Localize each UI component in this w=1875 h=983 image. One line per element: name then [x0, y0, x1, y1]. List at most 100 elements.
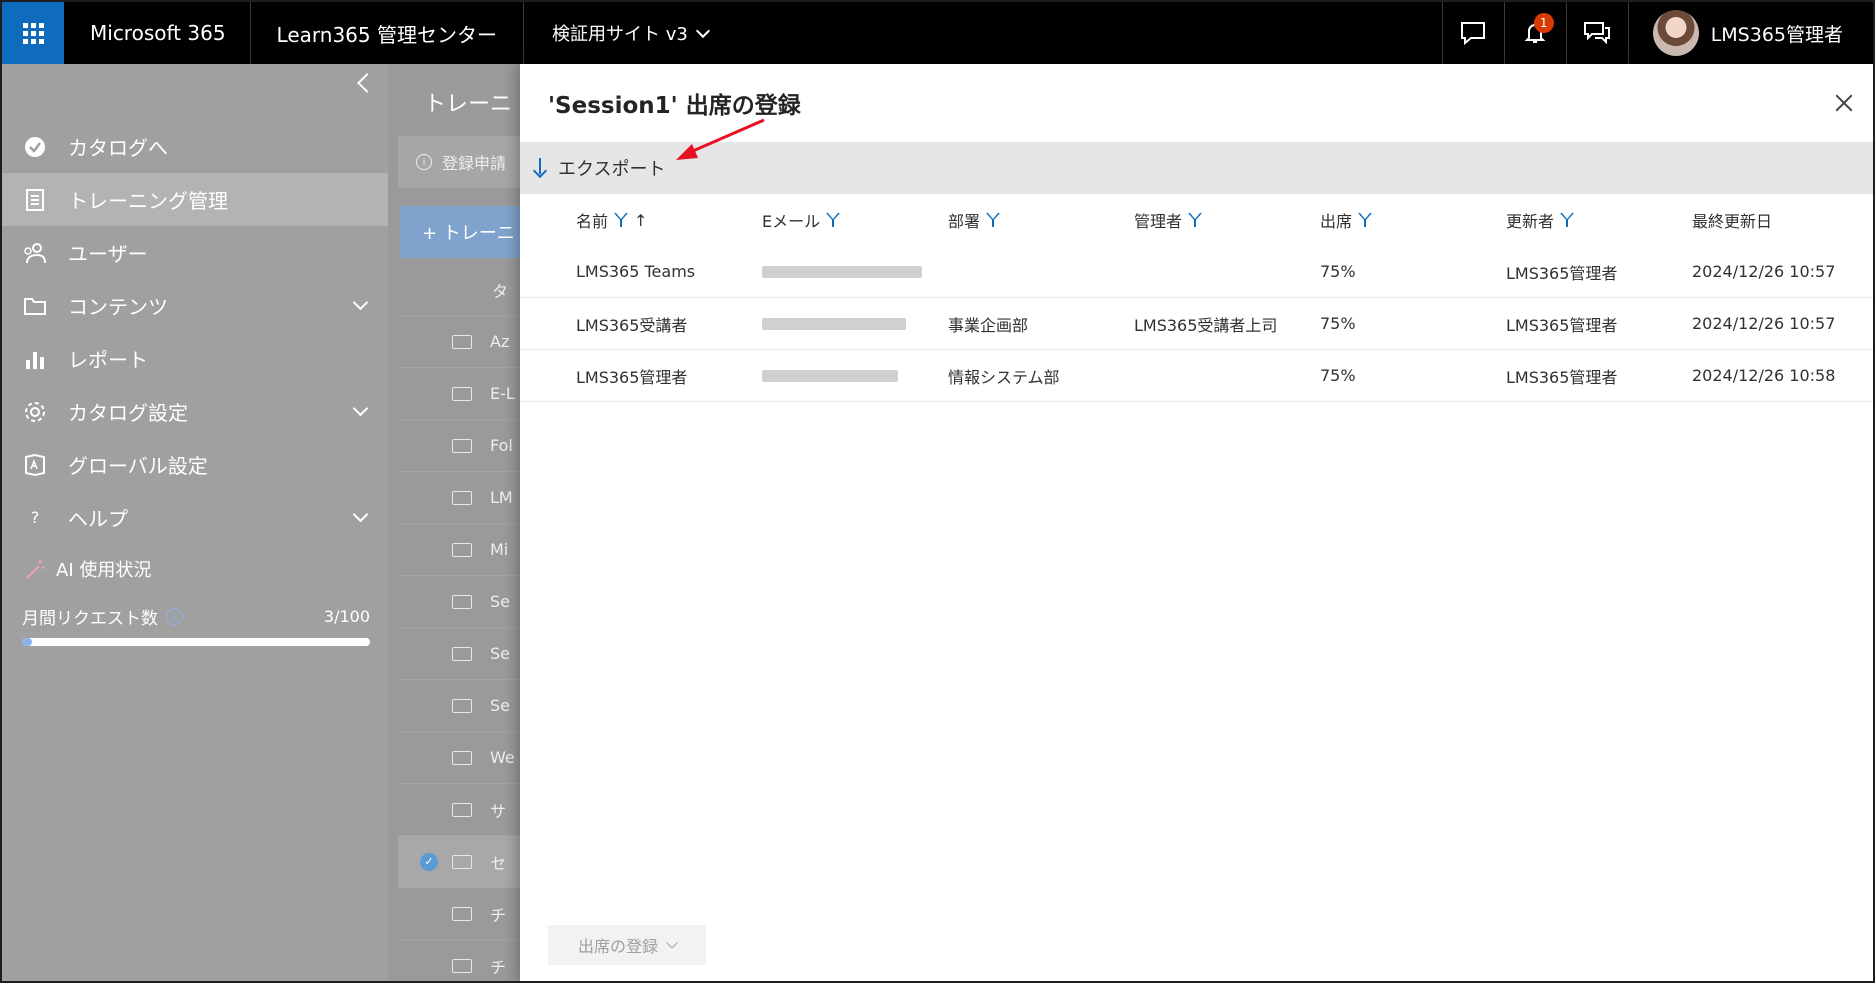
- notifications-button[interactable]: 1: [1503, 2, 1566, 64]
- table-row[interactable]: LMS365管理者 情報システム部 75% LMS365管理者 2024/12/…: [520, 350, 1873, 402]
- chevron-down-icon: [352, 294, 369, 311]
- nav-item-reports[interactable]: レポート: [2, 332, 388, 385]
- table-row[interactable]: LMS365 Teams 75% LMS365管理者 2024/12/26 10…: [520, 246, 1873, 298]
- gear-icon: [22, 399, 48, 425]
- cell-name: LMS365 Teams: [576, 262, 696, 281]
- column-header-department[interactable]: 部署: [948, 208, 1134, 232]
- filter-icon: [986, 213, 1001, 227]
- panel-title: 'Session1' 出席の登録: [548, 93, 801, 119]
- list-item-label: Mi: [490, 540, 509, 559]
- list-item-label: Se: [490, 644, 510, 663]
- chevron-down-icon: [695, 23, 710, 38]
- monthly-requests-label: 月間リクエスト数: [22, 609, 158, 629]
- list-item-label: Se: [490, 592, 510, 611]
- item-type-icon: [452, 750, 472, 765]
- feedback-button[interactable]: [1441, 2, 1504, 64]
- info-icon: i: [416, 154, 432, 170]
- column-header-attendance[interactable]: 出席: [1320, 208, 1506, 232]
- column-header-label: 最終更新日: [1692, 212, 1773, 231]
- filter-icon: [614, 213, 629, 227]
- training-icon: [22, 187, 48, 213]
- attendance-grid: 名前 ↑ Eメール 部署 管理者 出席 更新者 最終更新日 LMS365 Tea…: [520, 194, 1873, 402]
- chevron-down-icon: [666, 937, 678, 949]
- item-type-icon: [452, 802, 472, 817]
- column-header-manager[interactable]: 管理者: [1134, 208, 1320, 232]
- info-banner-text: 登録申請: [442, 154, 507, 173]
- folder-icon: [22, 293, 48, 319]
- checkmark-icon[interactable]: ✓: [420, 852, 438, 871]
- column-header-label: 出席: [1320, 212, 1353, 231]
- item-type-icon: [452, 490, 472, 505]
- list-item-label: E-L: [490, 384, 515, 403]
- cell-updated-by: LMS365管理者: [1506, 315, 1618, 335]
- annotation-arrow: [676, 118, 765, 160]
- nav-item-label: カタログへ: [68, 136, 168, 160]
- table-row[interactable]: LMS365受講者 事業企画部 LMS365受講者上司 75% LMS365管理…: [520, 298, 1873, 350]
- user-name: LMS365管理者: [1710, 23, 1843, 46]
- list-item-label: セ: [490, 853, 507, 873]
- export-button[interactable]: エクスポート: [532, 155, 665, 181]
- chevron-down-icon: [352, 400, 369, 417]
- register-attendance-button[interactable]: 出席の登録: [548, 925, 706, 965]
- waffle-icon: [22, 22, 44, 44]
- nav-item-training[interactable]: トレーニング管理: [2, 173, 388, 226]
- close-icon[interactable]: [1835, 94, 1853, 112]
- item-type-icon: [452, 854, 472, 869]
- sort-ascending-icon: ↑: [634, 210, 648, 230]
- brand-link[interactable]: Microsoft 365: [64, 2, 251, 64]
- cell-email-redacted: [762, 369, 948, 382]
- column-header-last-updated[interactable]: 最終更新日: [1692, 208, 1873, 232]
- messages-button[interactable]: [1565, 2, 1628, 64]
- nav-item-catalog[interactable]: カタログへ: [2, 120, 388, 173]
- chart-icon: [22, 346, 48, 372]
- nav-item-label: グローバル設定: [68, 454, 208, 478]
- nav-item-label: ヘルプ: [68, 507, 128, 531]
- nav-item-help[interactable]: ? ヘルプ: [2, 491, 388, 544]
- item-type-icon: [452, 334, 472, 349]
- cell-department: 情報システム部: [948, 367, 1060, 387]
- list-item-label: Az: [490, 332, 510, 351]
- app-window: Microsoft 365 Learn365 管理センター 検証用サイト v3 …: [0, 0, 1875, 983]
- top-bar: Microsoft 365 Learn365 管理センター 検証用サイト v3 …: [2, 2, 1873, 64]
- users-icon: [22, 240, 48, 266]
- item-type-icon: [452, 386, 472, 401]
- cell-updated-by: LMS365管理者: [1506, 367, 1618, 387]
- chevron-down-icon: [352, 506, 369, 523]
- item-type-icon: [452, 906, 472, 921]
- column-header-name[interactable]: 名前 ↑: [576, 208, 762, 232]
- nav-item-content[interactable]: コンテンツ: [2, 279, 388, 332]
- left-navigation: カタログへ トレーニング管理 ユーザー コンテンツ レポート カタログ設定 グロ…: [2, 64, 388, 981]
- list-item-label: We: [490, 748, 515, 767]
- column-header-label: Eメール: [762, 212, 821, 231]
- list-item-label: チ: [490, 905, 507, 925]
- list-item-label: タ: [492, 281, 509, 301]
- app-launcher-button[interactable]: [2, 2, 64, 64]
- product-title[interactable]: Learn365 管理センター: [251, 2, 524, 64]
- notification-badge: 1: [1533, 13, 1554, 33]
- cell-manager: LMS365受講者上司: [1134, 315, 1278, 335]
- column-header-email[interactable]: Eメール: [762, 208, 948, 232]
- conversation-icon: [1584, 22, 1611, 45]
- avatar: [1652, 10, 1699, 56]
- cell-department: 事業企画部: [948, 315, 1029, 335]
- user-menu[interactable]: LMS365管理者: [1627, 2, 1873, 64]
- info-icon[interactable]: i: [166, 608, 183, 625]
- cell-attendance: 75%: [1320, 314, 1356, 333]
- filter-icon: [1188, 213, 1203, 227]
- column-header-updated-by[interactable]: 更新者: [1506, 208, 1692, 232]
- site-selector[interactable]: 検証用サイト v3: [524, 2, 736, 64]
- progress-fill: [22, 638, 33, 646]
- register-attendance-label: 出席の登録: [577, 937, 658, 956]
- monthly-requests-count: 3/100: [323, 607, 370, 626]
- list-item-label: サ: [490, 801, 507, 821]
- global-settings-icon: [22, 452, 48, 478]
- cell-attendance: 75%: [1320, 366, 1356, 385]
- nav-item-users[interactable]: ユーザー: [2, 226, 388, 279]
- collapse-nav-icon[interactable]: [357, 73, 377, 93]
- download-icon: [532, 157, 548, 179]
- nav-item-label: レポート: [68, 348, 148, 372]
- item-type-icon: [452, 594, 472, 609]
- nav-item-global-settings[interactable]: グローバル設定: [2, 438, 388, 491]
- nav-item-catalog-settings[interactable]: カタログ設定: [2, 385, 388, 438]
- filter-icon: [826, 213, 841, 227]
